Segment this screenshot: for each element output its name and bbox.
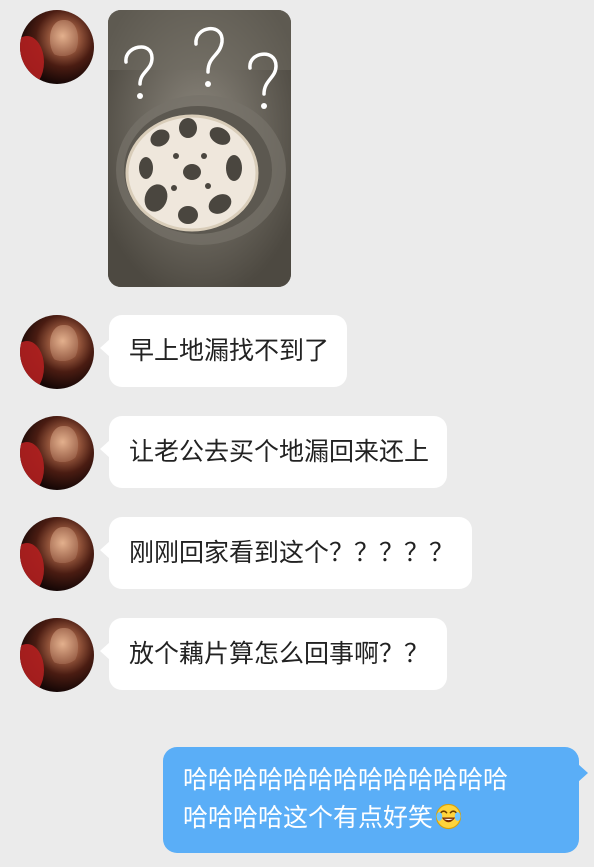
outgoing-message-bubble[interactable]: 哈哈哈哈哈哈哈哈哈哈哈哈哈 哈哈哈哈这个有点好笑 <box>163 747 588 853</box>
contact-avatar[interactable] <box>20 618 94 692</box>
lotus-root-drain-image <box>108 10 291 287</box>
message-text: 放个藕片算怎么回事啊？？ <box>129 639 430 668</box>
message-text-line: 哈哈哈哈这个有点好笑 <box>183 799 559 837</box>
incoming-message-bubble[interactable]: 刚刚回家看到这个？？？？？ <box>99 517 473 589</box>
contact-avatar[interactable] <box>20 517 94 591</box>
image-message[interactable] <box>108 10 291 287</box>
message-text: 让老公去买个地漏回来还上 <box>129 437 430 466</box>
message-text: 刚刚回家看到这个？？？？？ <box>129 538 455 567</box>
contact-avatar[interactable] <box>20 416 94 490</box>
message-text-line: 哈哈哈哈哈哈哈哈哈哈哈哈哈 <box>183 765 509 794</box>
incoming-message-bubble[interactable]: 早上地漏找不到了 <box>99 315 348 387</box>
message-text: 早上地漏找不到了 <box>129 336 330 365</box>
incoming-message-bubble[interactable]: 放个藕片算怎么回事啊？？ <box>99 618 448 690</box>
message-text: 哈哈哈哈这个有点好笑 <box>183 803 434 832</box>
contact-avatar[interactable] <box>20 315 94 389</box>
contact-avatar[interactable] <box>20 10 94 84</box>
incoming-message-bubble[interactable]: 让老公去买个地漏回来还上 <box>99 416 448 488</box>
laughing-crying-emoji-icon <box>435 803 462 830</box>
